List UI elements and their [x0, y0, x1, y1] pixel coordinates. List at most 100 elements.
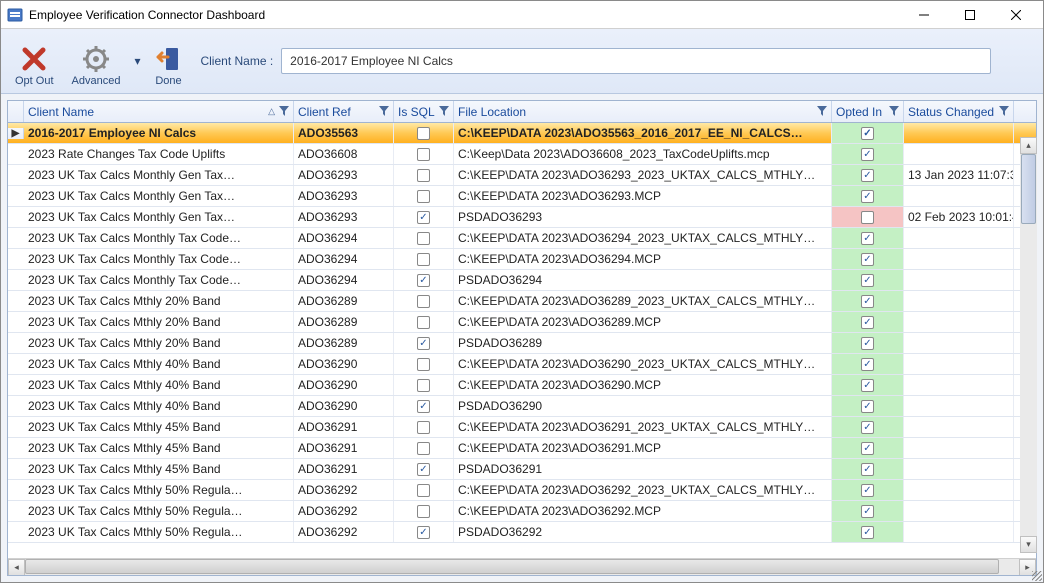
cell-opted-in[interactable]: ✓ — [832, 480, 904, 500]
cell-is-sql[interactable] — [394, 123, 454, 143]
cell-opted-in[interactable]: ✓ — [832, 270, 904, 290]
filter-icon[interactable] — [379, 105, 389, 119]
cell-is-sql[interactable]: ✓ — [394, 207, 454, 227]
cell-is-sql[interactable] — [394, 249, 454, 269]
resize-grip[interactable] — [1029, 568, 1043, 582]
cell-is-sql[interactable] — [394, 375, 454, 395]
filter-icon[interactable] — [439, 105, 449, 119]
cell-is-sql[interactable]: ✓ — [394, 333, 454, 353]
cell-opted-in[interactable]: ✓ — [832, 501, 904, 521]
hscroll-thumb[interactable] — [25, 559, 999, 574]
vertical-scrollbar[interactable]: ▴ ▾ — [1020, 137, 1037, 553]
cell-opted-in[interactable]: ✓ — [832, 459, 904, 479]
table-row[interactable]: 2023 UK Tax Calcs Mthly 45% BandADO36291… — [8, 417, 1036, 438]
cell-opted-in[interactable]: ✓ — [832, 354, 904, 374]
opt-out-button[interactable]: Opt Out — [7, 33, 62, 89]
cell-is-sql[interactable] — [394, 312, 454, 332]
cell-client-name: 2023 UK Tax Calcs Mthly 20% Band — [24, 291, 294, 311]
cell-opted-in[interactable]: ✓ — [832, 165, 904, 185]
cell-is-sql[interactable] — [394, 144, 454, 164]
table-row[interactable]: 2023 UK Tax Calcs Monthly Gen Tax…ADO362… — [8, 186, 1036, 207]
cell-is-sql[interactable]: ✓ — [394, 396, 454, 416]
table-row[interactable]: 2023 UK Tax Calcs Mthly 50% Regula…ADO36… — [8, 480, 1036, 501]
cell-opted-in[interactable]: ✓ — [832, 291, 904, 311]
advanced-button[interactable]: Advanced — [64, 33, 129, 89]
cell-file-location: PSDADO36294 — [454, 270, 832, 290]
table-row[interactable]: 2023 UK Tax Calcs Mthly 20% BandADO36289… — [8, 312, 1036, 333]
scroll-left-button[interactable]: ◂ — [8, 559, 25, 576]
hscroll-track[interactable] — [25, 559, 1019, 576]
cell-opted-in[interactable] — [832, 207, 904, 227]
cell-is-sql[interactable] — [394, 228, 454, 248]
cell-opted-in[interactable]: ✓ — [832, 249, 904, 269]
vscroll-thumb[interactable] — [1021, 154, 1036, 224]
table-row[interactable]: 2023 UK Tax Calcs Mthly 45% BandADO36291… — [8, 438, 1036, 459]
cell-is-sql[interactable] — [394, 291, 454, 311]
table-row[interactable]: 2023 UK Tax Calcs Monthly Gen Tax…ADO362… — [8, 165, 1036, 186]
cell-is-sql[interactable] — [394, 417, 454, 437]
client-name-input[interactable] — [281, 48, 991, 74]
checkbox-icon: ✓ — [861, 421, 874, 434]
col-is-sql[interactable]: Is SQL — [394, 101, 454, 122]
table-row[interactable]: 2023 UK Tax Calcs Mthly 40% BandADO36290… — [8, 354, 1036, 375]
cell-opted-in[interactable]: ✓ — [832, 522, 904, 542]
cell-file-location: PSDADO36290 — [454, 396, 832, 416]
filter-icon[interactable] — [817, 105, 827, 119]
cell-opted-in[interactable]: ✓ — [832, 312, 904, 332]
titlebar[interactable]: Employee Verification Connector Dashboar… — [1, 1, 1043, 29]
cell-opted-in[interactable]: ✓ — [832, 375, 904, 395]
cell-is-sql[interactable] — [394, 501, 454, 521]
cell-is-sql[interactable] — [394, 186, 454, 206]
filter-icon[interactable] — [279, 105, 289, 119]
table-row[interactable]: 2023 UK Tax Calcs Mthly 40% BandADO36290… — [8, 375, 1036, 396]
table-row[interactable]: 2023 UK Tax Calcs Monthly Tax Code…ADO36… — [8, 270, 1036, 291]
grid-body[interactable]: ▶2016-2017 Employee NI CalcsADO35563C:\K… — [8, 123, 1036, 558]
cell-opted-in[interactable]: ✓ — [832, 186, 904, 206]
cell-opted-in[interactable]: ✓ — [832, 396, 904, 416]
vscroll-track[interactable] — [1020, 154, 1037, 536]
close-button[interactable] — [993, 1, 1039, 29]
table-row[interactable]: 2023 UK Tax Calcs Monthly Tax Code…ADO36… — [8, 228, 1036, 249]
cell-is-sql[interactable] — [394, 480, 454, 500]
filter-icon[interactable] — [889, 105, 899, 119]
table-row[interactable]: 2023 UK Tax Calcs Monthly Gen Tax…ADO362… — [8, 207, 1036, 228]
col-file-location[interactable]: File Location — [454, 101, 832, 122]
col-client-ref[interactable]: Client Ref — [294, 101, 394, 122]
table-row[interactable]: 2023 UK Tax Calcs Mthly 40% BandADO36290… — [8, 396, 1036, 417]
cell-is-sql[interactable] — [394, 165, 454, 185]
table-row[interactable]: 2023 UK Tax Calcs Mthly 20% BandADO36289… — [8, 333, 1036, 354]
table-row[interactable]: 2023 Rate Changes Tax Code UpliftsADO366… — [8, 144, 1036, 165]
maximize-button[interactable] — [947, 1, 993, 29]
cell-opted-in[interactable]: ✓ — [832, 228, 904, 248]
cell-file-location: C:\KEEP\DATA 2023\ADO35563_2016_2017_EE_… — [454, 123, 832, 143]
cell-opted-in[interactable]: ✓ — [832, 333, 904, 353]
table-row[interactable]: 2023 UK Tax Calcs Monthly Tax Code…ADO36… — [8, 249, 1036, 270]
cell-is-sql[interactable]: ✓ — [394, 459, 454, 479]
col-status-changed[interactable]: Status Changed — [904, 101, 1014, 122]
table-row[interactable]: 2023 UK Tax Calcs Mthly 50% Regula…ADO36… — [8, 522, 1036, 543]
cell-is-sql[interactable] — [394, 354, 454, 374]
filter-icon[interactable] — [999, 105, 1009, 119]
cell-is-sql[interactable]: ✓ — [394, 522, 454, 542]
cell-opted-in[interactable]: ✓ — [832, 123, 904, 143]
cell-opted-in[interactable]: ✓ — [832, 417, 904, 437]
cell-client-name: 2023 UK Tax Calcs Monthly Tax Code… — [24, 270, 294, 290]
scroll-up-button[interactable]: ▴ — [1020, 137, 1037, 154]
done-button[interactable]: Done — [146, 33, 190, 89]
cell-status-changed — [904, 501, 1014, 521]
scroll-down-button[interactable]: ▾ — [1020, 536, 1037, 553]
minimize-button[interactable] — [901, 1, 947, 29]
table-row[interactable]: ▶2016-2017 Employee NI CalcsADO35563C:\K… — [8, 123, 1036, 144]
cell-opted-in[interactable]: ✓ — [832, 144, 904, 164]
cell-is-sql[interactable] — [394, 438, 454, 458]
advanced-dropdown[interactable]: ▾ — [130, 33, 144, 89]
table-row[interactable]: 2023 UK Tax Calcs Mthly 50% Regula…ADO36… — [8, 501, 1036, 522]
cell-opted-in[interactable]: ✓ — [832, 438, 904, 458]
checkbox-icon: ✓ — [861, 337, 874, 350]
col-opted-in[interactable]: Opted In — [832, 101, 904, 122]
col-client-name[interactable]: Client Name△ — [24, 101, 294, 122]
table-row[interactable]: 2023 UK Tax Calcs Mthly 20% BandADO36289… — [8, 291, 1036, 312]
horizontal-scrollbar[interactable]: ◂ ▸ — [8, 558, 1036, 575]
table-row[interactable]: 2023 UK Tax Calcs Mthly 45% BandADO36291… — [8, 459, 1036, 480]
cell-is-sql[interactable]: ✓ — [394, 270, 454, 290]
